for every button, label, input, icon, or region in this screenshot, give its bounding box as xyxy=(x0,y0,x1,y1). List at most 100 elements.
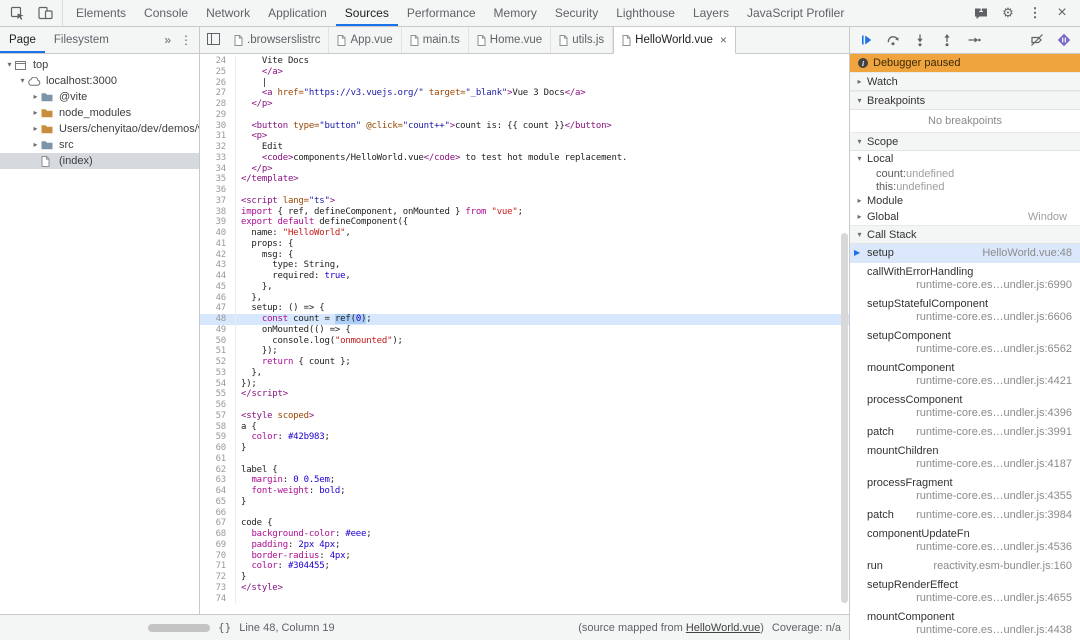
editor-tab-browserslistrc[interactable]: .browserslistrc xyxy=(226,27,329,53)
panel-tab-layers[interactable]: Layers xyxy=(684,0,738,26)
code-line[interactable]: 31 <p> xyxy=(200,131,849,142)
code-line[interactable]: 63 margin: 0 0.5em; xyxy=(200,475,849,486)
code-line[interactable]: 64 font-weight: bold; xyxy=(200,486,849,497)
line-number[interactable]: 72 xyxy=(200,572,236,583)
code-line[interactable]: 39export default defineComponent({ xyxy=(200,217,849,228)
callstack-frame[interactable]: processComponentruntime-core.es…undler.j… xyxy=(850,391,1080,423)
line-number[interactable]: 65 xyxy=(200,497,236,508)
line-number[interactable]: 58 xyxy=(200,422,236,433)
code-line[interactable]: 44 required: true, xyxy=(200,271,849,282)
callstack-frame[interactable]: callWithErrorHandlingruntime-core.es…und… xyxy=(850,263,1080,295)
line-number[interactable]: 29 xyxy=(200,110,236,121)
code-line[interactable]: 27 <a href="https://v3.vuejs.org/" targe… xyxy=(200,88,849,99)
editor-tab-utils-js[interactable]: utils.js xyxy=(551,27,613,53)
code-line[interactable]: 41 props: { xyxy=(200,239,849,250)
line-number[interactable]: 35 xyxy=(200,174,236,185)
line-number[interactable]: 32 xyxy=(200,142,236,153)
code-line[interactable]: 66 xyxy=(200,508,849,519)
line-number[interactable]: 39 xyxy=(200,217,236,228)
line-number[interactable]: 49 xyxy=(200,325,236,336)
line-number[interactable]: 44 xyxy=(200,271,236,282)
panel-tab-lighthouse[interactable]: Lighthouse xyxy=(607,0,684,26)
code-line[interactable]: 42 msg: { xyxy=(200,250,849,261)
code-line[interactable]: 65} xyxy=(200,497,849,508)
code-line[interactable]: 34 </p> xyxy=(200,164,849,175)
code-line[interactable]: 70 border-radius: 4px; xyxy=(200,551,849,562)
close-tab-icon[interactable]: × xyxy=(720,33,727,47)
callstack-frame[interactable]: runreactivity.esm-bundler.js:160 xyxy=(850,557,1080,576)
line-number[interactable]: 62 xyxy=(200,465,236,476)
code-line[interactable]: 52 return { count }; xyxy=(200,357,849,368)
line-number[interactable]: 55 xyxy=(200,389,236,400)
code-line[interactable]: 35</template> xyxy=(200,174,849,185)
code-line[interactable]: 26 | xyxy=(200,78,849,89)
code-line[interactable]: 40 name: "HelloWorld", xyxy=(200,228,849,239)
line-number[interactable]: 56 xyxy=(200,400,236,411)
callstack-frame[interactable]: componentUpdateFnruntime-core.es…undler.… xyxy=(850,525,1080,557)
panel-tab-network[interactable]: Network xyxy=(197,0,259,26)
editor-tab-helloworld-vue[interactable]: HelloWorld.vue× xyxy=(613,27,736,54)
pause-on-exceptions-icon[interactable] xyxy=(1053,29,1075,51)
settings-gear-icon[interactable]: ⚙ xyxy=(996,1,1020,25)
line-number[interactable]: 60 xyxy=(200,443,236,454)
code-line[interactable]: 25 </a> xyxy=(200,67,849,78)
line-number[interactable]: 45 xyxy=(200,282,236,293)
line-number[interactable]: 26 xyxy=(200,78,236,89)
callstack-frame[interactable]: mountComponentruntime-core.es…undler.js:… xyxy=(850,608,1080,640)
line-number[interactable]: 38 xyxy=(200,207,236,218)
panel-tab-console[interactable]: Console xyxy=(135,0,197,26)
tree-item-index[interactable]: (index) xyxy=(0,153,199,169)
panel-tab-security[interactable]: Security xyxy=(546,0,607,26)
line-number[interactable]: 24 xyxy=(200,56,236,67)
device-toolbar-icon[interactable] xyxy=(33,1,57,25)
editor-tab-app-vue[interactable]: App.vue xyxy=(329,27,401,53)
code-line[interactable]: 58a { xyxy=(200,422,849,433)
panel-tab-application[interactable]: Application xyxy=(259,0,336,26)
deactivate-breakpoints-icon[interactable] xyxy=(1026,29,1048,51)
scope-section-global[interactable]: GlobalWindow xyxy=(850,209,1080,225)
editor-tab-home-vue[interactable]: Home.vue xyxy=(469,27,551,53)
callstack-frame[interactable]: mountComponentruntime-core.es…undler.js:… xyxy=(850,359,1080,391)
code-line[interactable]: 32 Edit xyxy=(200,142,849,153)
tree-item-src[interactable]: src xyxy=(0,137,199,153)
line-number[interactable]: 54 xyxy=(200,379,236,390)
line-number[interactable]: 34 xyxy=(200,164,236,175)
code-line[interactable]: 67code { xyxy=(200,518,849,529)
toggle-navigator-icon[interactable] xyxy=(200,27,226,51)
code-line[interactable]: 30 <button type="button" @click="count++… xyxy=(200,121,849,132)
line-number[interactable]: 42 xyxy=(200,250,236,261)
callstack-frame[interactable]: setupStatefulComponentruntime-core.es…un… xyxy=(850,295,1080,327)
code-line[interactable]: 46 }, xyxy=(200,293,849,304)
code-line[interactable]: 36 xyxy=(200,185,849,196)
code-line[interactable]: 68 background-color: #eee; xyxy=(200,529,849,540)
code-line[interactable]: 55</script> xyxy=(200,389,849,400)
line-number[interactable]: 31 xyxy=(200,131,236,142)
callstack-frame[interactable]: setupComponentruntime-core.es…undler.js:… xyxy=(850,327,1080,359)
line-number[interactable]: 69 xyxy=(200,540,236,551)
line-number[interactable]: 71 xyxy=(200,561,236,572)
panel-tab-javascript-profiler[interactable]: JavaScript Profiler xyxy=(738,0,853,26)
code-line[interactable]: 53 }, xyxy=(200,368,849,379)
code-line[interactable]: 57<style scoped> xyxy=(200,411,849,422)
code-line[interactable]: 28 </p> xyxy=(200,99,849,110)
line-number[interactable]: 46 xyxy=(200,293,236,304)
code-line[interactable]: 45 }, xyxy=(200,282,849,293)
panel-tab-performance[interactable]: Performance xyxy=(398,0,485,26)
code-line[interactable]: 54}); xyxy=(200,379,849,390)
line-number[interactable]: 40 xyxy=(200,228,236,239)
code-line[interactable]: 61 xyxy=(200,454,849,465)
line-number[interactable]: 41 xyxy=(200,239,236,250)
code-line[interactable]: 62label { xyxy=(200,465,849,476)
line-number[interactable]: 52 xyxy=(200,357,236,368)
line-number[interactable]: 61 xyxy=(200,454,236,465)
editor-scrollbar[interactable] xyxy=(840,54,849,614)
step-out-icon[interactable] xyxy=(936,29,958,51)
line-number[interactable]: 33 xyxy=(200,153,236,164)
line-number[interactable]: 30 xyxy=(200,121,236,132)
console-messages-icon[interactable]: 1 xyxy=(969,1,993,25)
inspect-element-icon[interactable] xyxy=(5,1,29,25)
navigator-tab-filesystem[interactable]: Filesystem xyxy=(45,27,118,53)
code-line[interactable]: 74 xyxy=(200,594,849,605)
line-number[interactable]: 48 xyxy=(200,314,236,325)
line-number[interactable]: 37 xyxy=(200,196,236,207)
